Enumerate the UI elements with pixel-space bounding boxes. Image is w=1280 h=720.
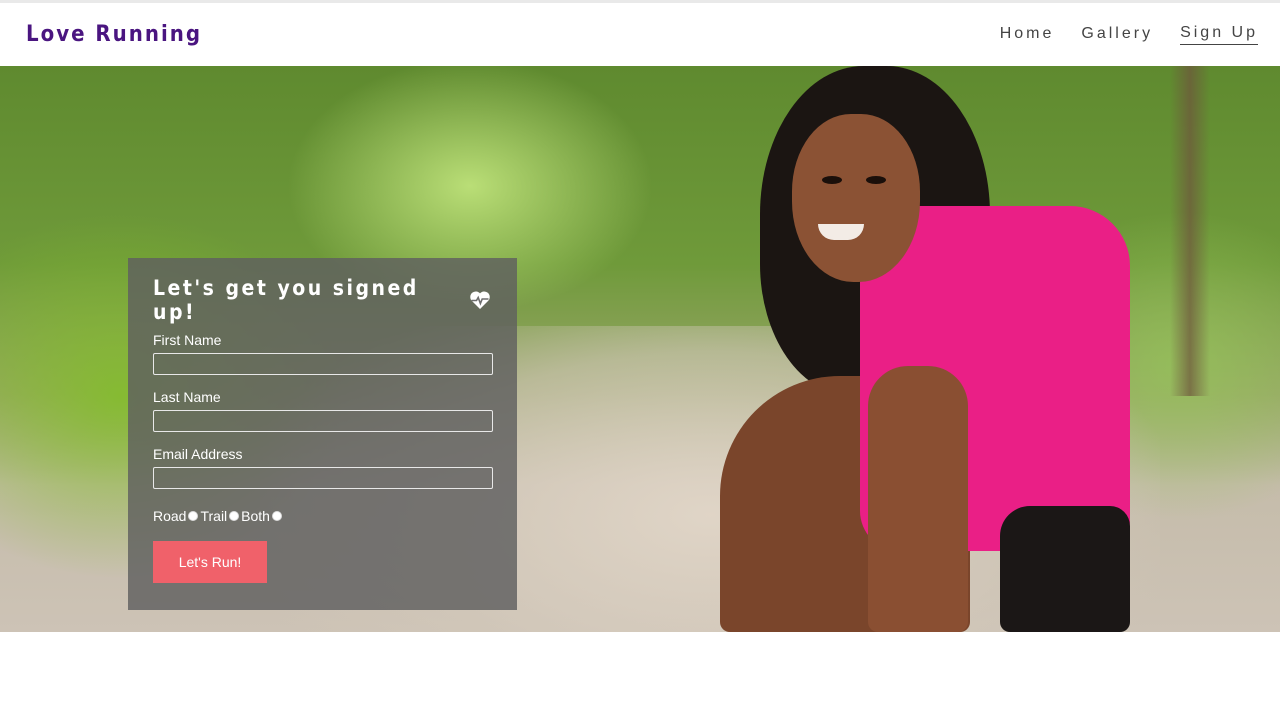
radio-both[interactable]: Both: [241, 508, 284, 524]
last-name-input[interactable]: [153, 410, 493, 432]
radio-trail-label: Trail: [200, 507, 228, 524]
form-title: Let's get you signed up!: [153, 276, 492, 324]
form-title-text: Let's get you signed up!: [153, 276, 419, 324]
nav-signup-link[interactable]: Sign Up: [1180, 24, 1258, 45]
email-label: Email Address: [153, 446, 243, 462]
heartbeat-icon: [468, 288, 492, 312]
main-nav: Home Gallery Sign Up: [1000, 24, 1258, 45]
radio-trail[interactable]: Trail: [200, 508, 241, 524]
last-name-label: Last Name: [153, 389, 221, 405]
signup-form: Let's get you signed up! First Name Last…: [128, 258, 517, 610]
hero-runner-photo: [700, 66, 1160, 632]
radio-trail-button[interactable]: [229, 510, 240, 521]
nav-gallery-link[interactable]: Gallery: [1081, 25, 1153, 45]
run-type-radio-group: Road Trail Both: [153, 507, 492, 524]
hero-banner: Let's get you signed up! First Name Last…: [0, 66, 1280, 632]
nav-home-link[interactable]: Home: [1000, 25, 1055, 45]
radio-road-button[interactable]: [188, 510, 199, 521]
lets-run-button[interactable]: Let's Run!: [153, 541, 267, 583]
radio-road-label: Road: [153, 507, 187, 524]
brand-logo[interactable]: Love Running: [26, 22, 202, 47]
hero-tree-trunk: [1170, 66, 1210, 396]
site-header: Love Running Home Gallery Sign Up: [0, 3, 1280, 66]
email-input[interactable]: [153, 467, 493, 489]
radio-both-label: Both: [241, 507, 270, 524]
first-name-input[interactable]: [153, 353, 493, 375]
radio-road[interactable]: Road: [153, 508, 200, 524]
radio-both-button[interactable]: [271, 510, 282, 521]
first-name-label: First Name: [153, 332, 222, 348]
